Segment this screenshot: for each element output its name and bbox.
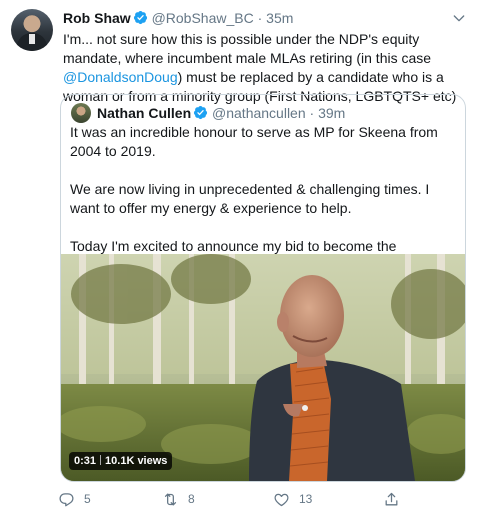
quoted-author-handle: @nathancullen (212, 105, 306, 121)
tweet-timestamp[interactable]: 35m (266, 10, 293, 26)
quoted-author-name: Nathan Cullen (97, 105, 192, 121)
share-button[interactable] (383, 490, 409, 508)
video-views: 10.1K views (105, 455, 168, 467)
quoted-tweet[interactable]: Nathan Cullen @nathancullen · 39m It was… (60, 94, 466, 482)
author-name[interactable]: Rob Shaw (63, 10, 131, 26)
video-duration: 0:31 (74, 455, 97, 467)
quoted-paragraph: We are now living in unprecedented & cha… (70, 181, 430, 216)
chevron-down-icon[interactable] (451, 10, 467, 26)
video-info-badge: 0:31 10.1K views (69, 452, 173, 470)
author-handle[interactable]: @RobShaw_BC (152, 10, 254, 26)
share-icon (385, 492, 398, 505)
like-count: 13 (299, 492, 313, 506)
quoted-author-avatar (71, 103, 91, 123)
tweet-header: Rob Shaw @RobShaw_BC · 35m (63, 9, 293, 28)
header-separator: · (257, 10, 263, 26)
quoted-tweet-header: Nathan Cullen @nathancullen · 39m (97, 103, 345, 123)
tweet[interactable]: Rob Shaw @RobShaw_BC · 35m I'm... not su… (0, 0, 477, 512)
quoted-paragraph: It was an incredible honour to serve as … (70, 124, 438, 159)
video-player[interactable]: 0:31 10.1K views (61, 254, 465, 481)
heart-icon (274, 493, 289, 506)
verified-badge-icon (194, 105, 208, 120)
quoted-timestamp: 39m (318, 105, 346, 121)
retweet-icon (164, 493, 177, 505)
retweet-count: 8 (188, 492, 195, 506)
reply-button[interactable]: 5 (58, 490, 91, 508)
header-separator: · (309, 105, 315, 121)
verified-badge-icon (133, 10, 147, 25)
like-button[interactable]: 13 (273, 490, 312, 508)
author-avatar[interactable] (11, 9, 53, 51)
video-thumbnail (61, 254, 465, 481)
retweet-button[interactable]: 8 (162, 490, 195, 508)
mention-link[interactable]: @DonaldsonDoug (63, 69, 178, 85)
reply-count: 5 (84, 492, 91, 506)
reply-icon (59, 492, 74, 506)
tweet-text-part: I'm... not sure how this is possible und… (63, 31, 432, 66)
